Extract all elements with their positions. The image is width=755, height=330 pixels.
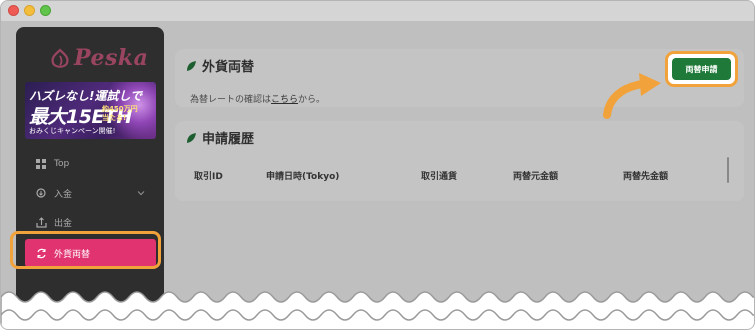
column-header-currency: 取引通貨 xyxy=(421,172,458,182)
logo-text: Peska xyxy=(74,45,149,71)
close-window-button[interactable] xyxy=(8,5,19,16)
withdraw-icon xyxy=(34,215,48,229)
column-header-target-amount: 両替先金額 xyxy=(623,172,669,182)
maximize-window-button[interactable] xyxy=(40,5,51,16)
sidebar-item-label: 入金 xyxy=(54,189,73,200)
exchange-panel-title: 外貨両替 xyxy=(185,56,254,75)
peska-logo[interactable]: Peska xyxy=(48,45,148,75)
history-table-header: 取引ID 申請日時(Tokyo) 取引通貨 両替元金額 両替先金額 xyxy=(175,159,744,189)
sidebar: Peska ハズレなし!運試しで 最大15ETH 約450万円 当たる! おみく… xyxy=(16,27,164,327)
rate-info-suffix: から。 xyxy=(298,95,326,105)
apply-button-highlight-frame: 両替申請 xyxy=(665,51,738,87)
rate-info-text: 為替レートの確認はこちらから。 xyxy=(190,92,325,105)
history-panel: 申請履歴 取引ID 申請日時(Tokyo) 取引通貨 両替元金額 両替先金額 xyxy=(175,121,744,201)
table-scrollbar[interactable] xyxy=(727,157,729,183)
column-header-applied-at: 申請日時(Tokyo) xyxy=(266,172,340,182)
sidebar-item-label: Top xyxy=(54,159,70,169)
sidebar-item-label: 出金 xyxy=(54,218,73,229)
rate-link[interactable]: こちら xyxy=(271,95,298,105)
leaf-icon xyxy=(187,132,196,143)
nav-highlight-frame xyxy=(10,231,161,269)
pointer-arrow-icon xyxy=(603,73,661,119)
page-title: 外貨両替 xyxy=(202,60,255,75)
campaign-banner[interactable]: ハズレなし!運試しで 最大15ETH 約450万円 当たる! おみくじキャンペー… xyxy=(25,82,156,139)
sidebar-item-deposit[interactable]: 入金 xyxy=(25,182,156,204)
leaf-icon xyxy=(187,60,196,71)
column-header-transaction-id: 取引ID xyxy=(194,172,223,182)
deposit-icon xyxy=(34,186,48,200)
chevron-down-icon xyxy=(137,191,145,196)
rate-info-prefix: 為替レートの確認は xyxy=(190,95,272,105)
browser-window: Peska ハズレなし!運試しで 最大15ETH 約450万円 当たる! おみく… xyxy=(0,0,755,330)
history-panel-title: 申請履歴 xyxy=(185,128,254,147)
banner-caption: おみくじキャンペーン開催! xyxy=(29,127,116,135)
title-bar xyxy=(1,1,754,21)
peach-logo-icon xyxy=(51,48,69,68)
section-title: 申請履歴 xyxy=(202,132,255,147)
exchange-apply-button[interactable]: 両替申請 xyxy=(672,58,731,80)
grid-icon xyxy=(34,157,48,171)
column-header-source-amount: 両替元金額 xyxy=(513,172,559,182)
sidebar-item-withdraw[interactable]: 出金 xyxy=(25,211,156,233)
banner-prize-sub: 約450万円 当たる! xyxy=(102,105,138,122)
torn-edge-divider xyxy=(1,291,754,329)
sidebar-item-top[interactable]: Top xyxy=(25,153,156,175)
minimize-window-button[interactable] xyxy=(24,5,35,16)
